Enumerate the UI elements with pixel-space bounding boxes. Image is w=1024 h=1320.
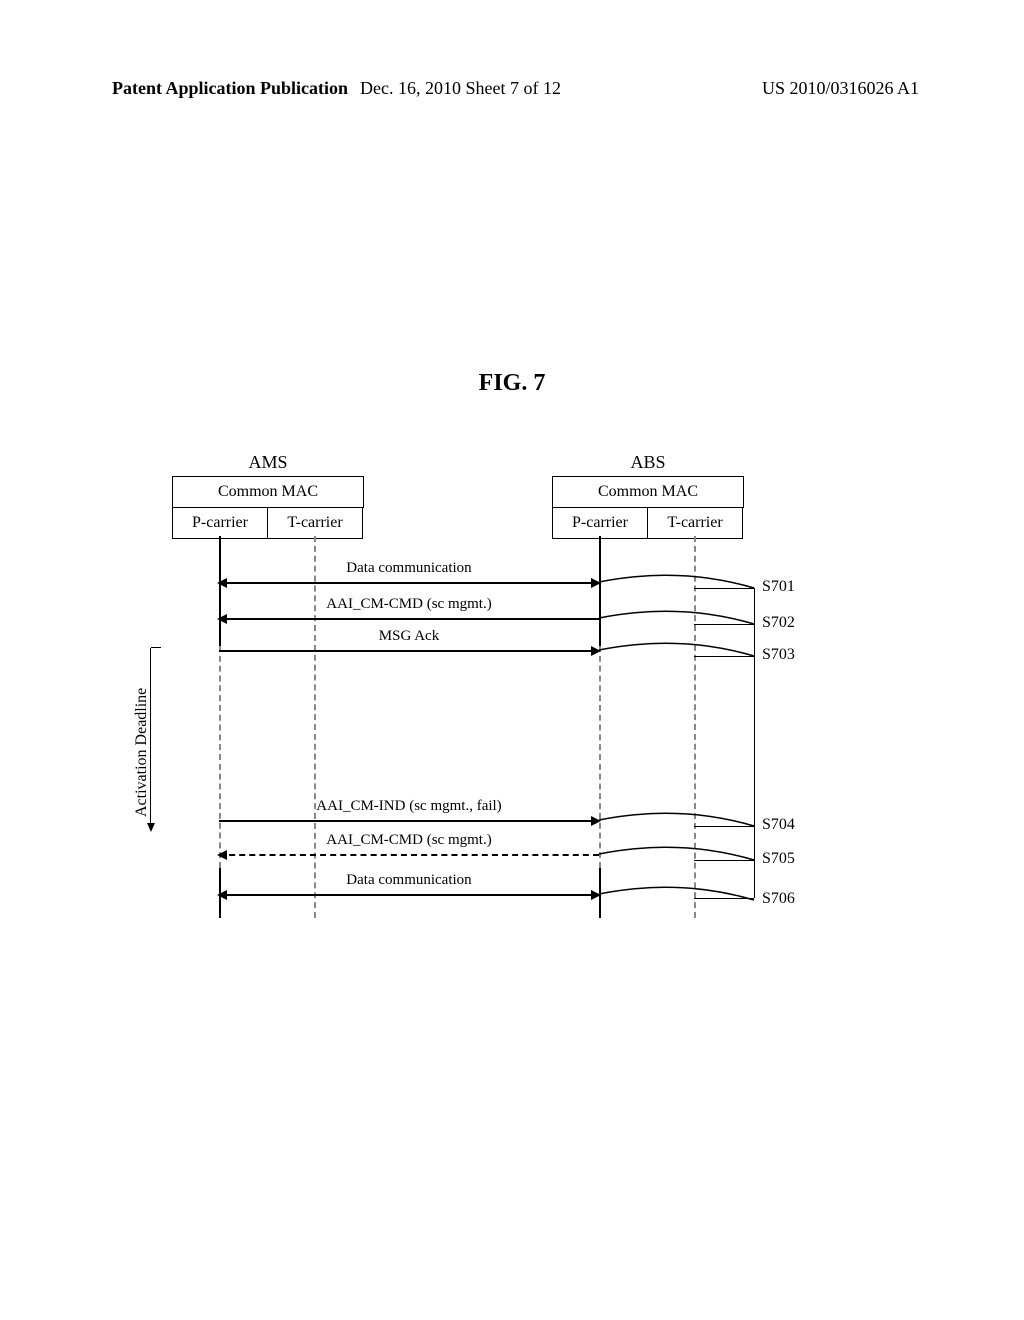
tick-s703 xyxy=(694,656,754,657)
header-date-sheet: Dec. 16, 2010 Sheet 7 of 12 xyxy=(360,78,561,99)
msg-ack: MSG Ack xyxy=(219,628,599,645)
tick-s701 xyxy=(694,588,754,589)
connector-s702 xyxy=(599,608,759,628)
step-vertical-line xyxy=(754,588,755,898)
entity-ams: AMS Common MAC P-carrier T-carrier xyxy=(172,448,364,539)
ams-t-carrier: T-carrier xyxy=(267,508,363,539)
connector-s701 xyxy=(599,572,759,592)
step-s704: S704 xyxy=(762,816,795,834)
abs-carrier-row: P-carrier T-carrier xyxy=(552,508,744,539)
msg-line-1 xyxy=(219,582,599,584)
msg-line-5 xyxy=(219,854,599,856)
abs-title: ABS xyxy=(552,448,744,476)
connector-s704 xyxy=(599,810,759,830)
msg-line-3 xyxy=(219,650,599,652)
tick-s702 xyxy=(694,624,754,625)
tick-s704 xyxy=(694,826,754,827)
abs-mac-box: Common MAC xyxy=(552,476,744,508)
connector-s703 xyxy=(599,640,759,660)
tick-s705 xyxy=(694,860,754,861)
msg-cm-ind-fail: AAI_CM-IND (sc mgmt., fail) xyxy=(219,798,599,815)
msg-data-comm-2: Data communication xyxy=(219,872,599,889)
step-s706: S706 xyxy=(762,890,795,908)
step-s701: S701 xyxy=(762,578,795,596)
figure-title: FIG. 7 xyxy=(0,370,1024,397)
ams-title: AMS xyxy=(172,448,364,476)
step-s705: S705 xyxy=(762,850,795,868)
step-s703: S703 xyxy=(762,646,795,664)
header-pub-number: US 2010/0316026 A1 xyxy=(762,78,919,99)
abs-t-carrier: T-carrier xyxy=(647,508,743,539)
abs-p-lifeline-seg2 xyxy=(599,646,601,868)
msg-line-4 xyxy=(219,820,599,822)
ams-carrier-row: P-carrier T-carrier xyxy=(172,508,364,539)
entity-abs: ABS Common MAC P-carrier T-carrier xyxy=(552,448,744,539)
ams-p-carrier: P-carrier xyxy=(172,508,267,539)
step-s702: S702 xyxy=(762,614,795,632)
connector-s706 xyxy=(599,884,759,904)
activation-deadline-bracket xyxy=(150,648,151,830)
connector-s705 xyxy=(599,844,759,864)
msg-data-comm-1: Data communication xyxy=(219,560,599,577)
msg-line-6 xyxy=(219,894,599,896)
ams-t-lifeline xyxy=(314,536,316,918)
activation-deadline-label: Activation Deadline xyxy=(133,688,151,817)
msg-cm-cmd-2: AAI_CM-CMD (sc mgmt.) xyxy=(219,832,599,849)
abs-p-carrier: P-carrier xyxy=(552,508,647,539)
msg-line-2 xyxy=(219,618,599,620)
tick-s706 xyxy=(694,898,754,899)
ams-mac-box: Common MAC xyxy=(172,476,364,508)
msg-cm-cmd-1: AAI_CM-CMD (sc mgmt.) xyxy=(219,596,599,613)
header-publication: Patent Application Publication xyxy=(112,78,348,99)
